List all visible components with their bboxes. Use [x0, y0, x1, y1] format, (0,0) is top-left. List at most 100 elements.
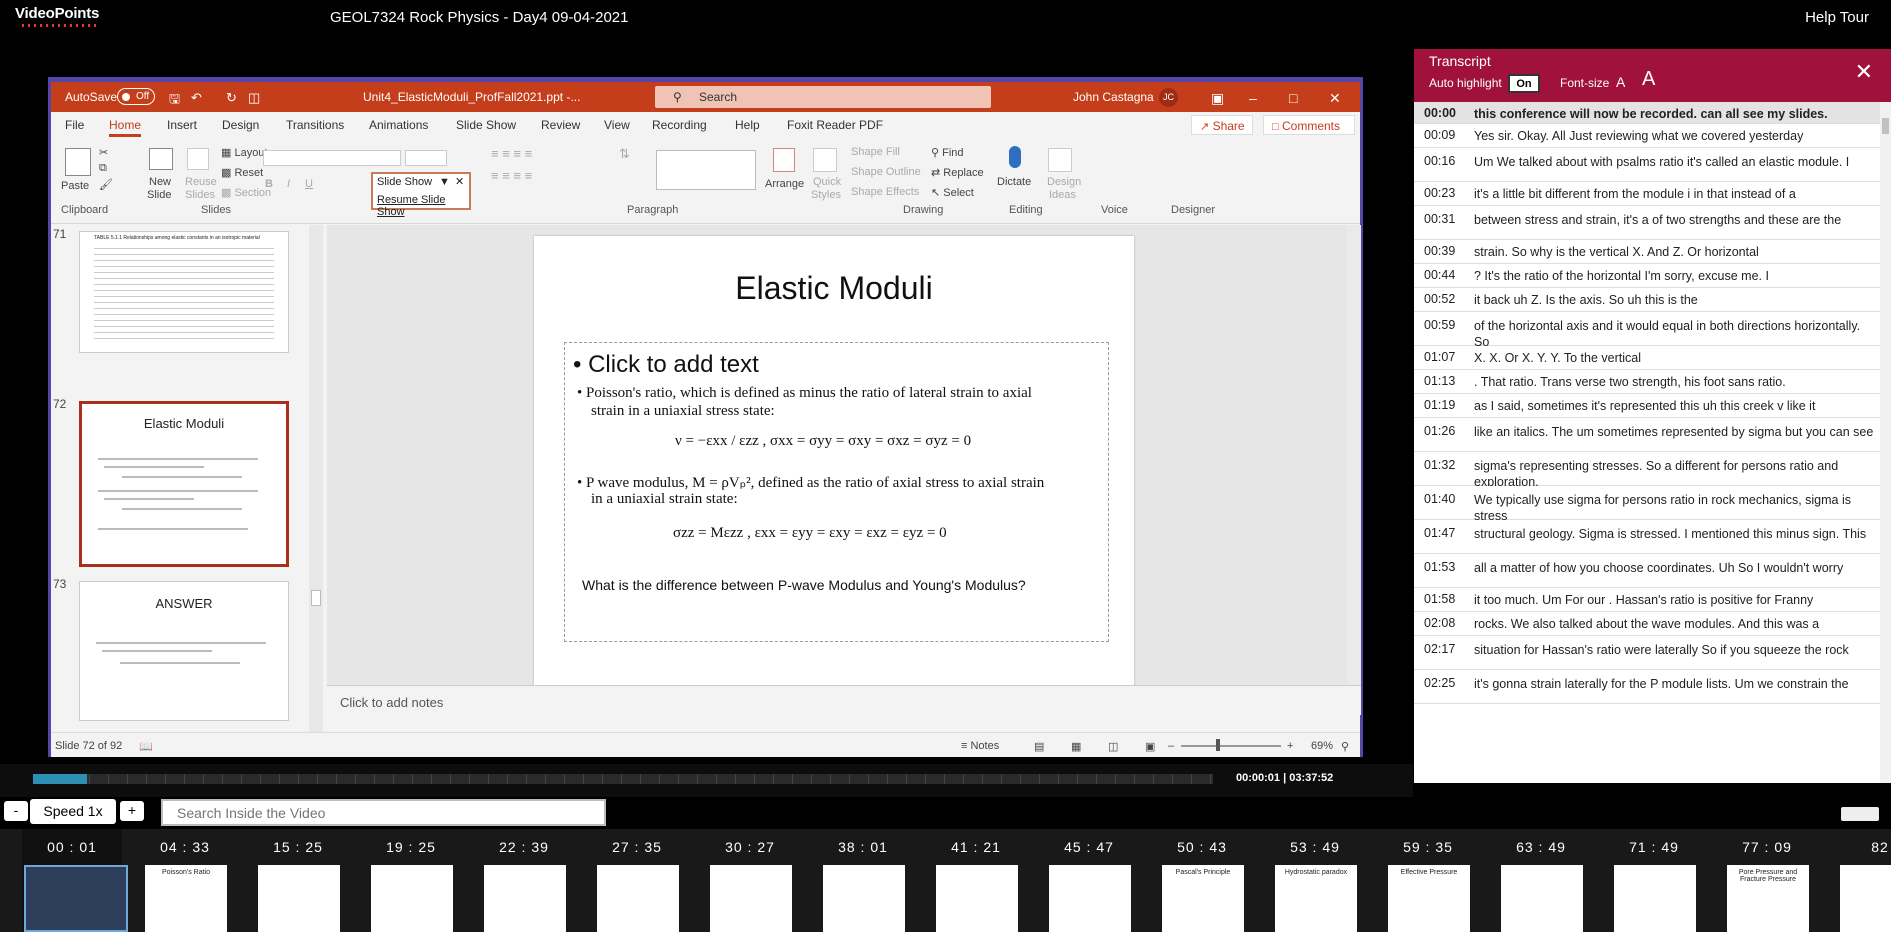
autosave-toggle[interactable]: Off	[117, 88, 155, 105]
reset-button[interactable]: ▩ Reset	[221, 166, 263, 179]
underline-icon[interactable]: U	[305, 178, 313, 190]
transcript-row[interactable]: 00:16 Um We talked about with psalms rati…	[1414, 148, 1880, 182]
arrange-label[interactable]: Arrange	[765, 178, 804, 190]
chapter-item[interactable]: 77 : 09 Pore Pressure and Fracture Pressu…	[1717, 829, 1817, 932]
slide-text-box[interactable]: • Click to add text • Poisson's ratio, w…	[564, 342, 1109, 642]
quick-styles-icon[interactable]	[813, 148, 837, 172]
chapter-thumbnail[interactable]: Hydrostatic paradox	[1275, 865, 1357, 932]
chapter-item[interactable]: 63 : 49	[1491, 829, 1591, 932]
format-painter-icon[interactable]: 🖌	[99, 178, 113, 191]
transcript-row[interactable]: 02:25 it's gonna strain laterally for the…	[1414, 670, 1880, 704]
layout-toggle-icon[interactable]	[1841, 807, 1879, 821]
transcript-time[interactable]: 01:13	[1424, 374, 1455, 388]
slideshow-view-icon[interactable]: ▣	[1145, 740, 1155, 753]
videopoints-logo[interactable]: VideoPoints	[15, 5, 99, 22]
transcript-time[interactable]: 01:19	[1424, 398, 1455, 412]
transcript-time[interactable]: 01:07	[1424, 350, 1455, 364]
transcript-time[interactable]: 00:09	[1424, 128, 1455, 142]
font-family-select[interactable]	[263, 150, 401, 166]
ppt-search-box[interactable]: ⚲ Search	[655, 86, 991, 108]
transcript-time[interactable]: 00:44	[1424, 268, 1455, 282]
transcript-row[interactable]: 01:47 structural geology. Sigma is stress…	[1414, 520, 1880, 554]
chapter-item[interactable]: 00 : 01	[22, 829, 128, 932]
replace-button[interactable]: ⇄ Replace	[931, 166, 984, 179]
chapter-thumbnail[interactable]	[710, 865, 792, 932]
tab-review[interactable]: Review	[541, 118, 580, 132]
tab-view[interactable]: View	[604, 118, 630, 132]
tab-home[interactable]: Home	[109, 118, 142, 137]
text-direction-icon[interactable]: ⇅	[619, 146, 630, 162]
transcript-row[interactable]: 00:59 of the horizontal axis and it would…	[1414, 312, 1880, 349]
transcript-row[interactable]: 01:53 all a matter of how you choose coor…	[1414, 554, 1880, 588]
transcript-row[interactable]: 01:19 as I said, sometimes it's represent…	[1414, 394, 1880, 418]
shape-effects-button[interactable]: Shape Effects	[851, 186, 919, 198]
progress-bar[interactable]	[33, 774, 1213, 784]
bold-icon[interactable]: B	[265, 178, 273, 190]
tab-design[interactable]: Design	[222, 118, 259, 132]
dictate-label[interactable]: Dictate	[997, 176, 1031, 188]
accessibility-icon[interactable]: 📖	[139, 740, 153, 753]
transcript-time[interactable]: 00:59	[1424, 318, 1455, 332]
italic-icon[interactable]: I	[287, 178, 290, 190]
transcript-time[interactable]: 02:17	[1424, 642, 1455, 656]
chapter-item[interactable]: 19 : 25	[361, 829, 461, 932]
paste-label[interactable]: Paste	[61, 180, 89, 192]
transcript-time[interactable]: 00:39	[1424, 244, 1455, 258]
dropdown-icon[interactable]: ▼	[439, 176, 450, 188]
notes-button[interactable]: ≡ Notes	[961, 740, 999, 752]
save-icon[interactable]: 🖫	[169, 90, 180, 112]
video-player[interactable]: AutoSave Off 🖫 ↶ ↻ ◫ Unit4_ElasticModuli…	[0, 47, 1413, 797]
close-menu-icon[interactable]: ✕	[455, 175, 464, 188]
transcript-time[interactable]: 01:47	[1424, 526, 1455, 540]
video-progress[interactable]: 00:00:01 | 03:37:52	[0, 764, 1413, 797]
zoom-slider-knob[interactable]	[1216, 739, 1220, 751]
design-ideas-label-2[interactable]: Ideas	[1049, 189, 1076, 201]
microphone-icon[interactable]	[1009, 146, 1021, 168]
transcript-time[interactable]: 02:25	[1424, 676, 1455, 690]
transcript-row[interactable]: 02:08 rocks. We also talked about the wav…	[1414, 612, 1880, 636]
chapter-thumbnail[interactable]	[597, 865, 679, 932]
chapter-thumbnail[interactable]	[1049, 865, 1131, 932]
share-button[interactable]: ↗ Share	[1191, 115, 1253, 135]
bullets-icon[interactable]: ≡ ≡ ≡ ≡	[491, 146, 532, 161]
tab-animations[interactable]: Animations	[369, 118, 428, 132]
chevron-right-icon[interactable]: ›	[1867, 873, 1885, 901]
shapes-gallery[interactable]	[656, 150, 756, 190]
transcript-time[interactable]: 00:52	[1424, 292, 1455, 306]
shape-outline-button[interactable]: Shape Outline	[851, 166, 921, 178]
transcript-time[interactable]: 01:26	[1424, 424, 1455, 438]
reading-view-icon[interactable]: ◫	[1108, 740, 1118, 753]
transcript-row[interactable]: 00:39 strain. So why is the vertical X. A…	[1414, 240, 1880, 264]
close-icon[interactable]: ✕	[1329, 90, 1341, 107]
tab-slide-show[interactable]: Slide Show	[456, 118, 516, 132]
slide-show-menu[interactable]: Slide Show ▼ ✕ Resume Slide Show	[371, 172, 471, 218]
speed-increase-button[interactable]: +	[120, 801, 144, 821]
canvas-scrollbar[interactable]	[1347, 225, 1361, 685]
click-to-add-text[interactable]: • Click to add text	[573, 351, 759, 379]
reuse-label-2[interactable]: Slides	[185, 189, 215, 201]
notes-placeholder[interactable]: Click to add notes	[340, 695, 443, 710]
tab-help[interactable]: Help	[735, 118, 760, 132]
zoom-out-icon[interactable]: –	[1168, 740, 1174, 752]
present-icon[interactable]: ◫	[248, 90, 260, 106]
new-slide-icon[interactable]	[149, 148, 173, 170]
redo-icon[interactable]: ↻	[226, 90, 237, 106]
chapter-thumbnail[interactable]: Poisson's Ratio	[145, 865, 227, 932]
copy-icon[interactable]: ⧉	[99, 162, 107, 175]
arrange-icon[interactable]	[773, 148, 795, 172]
chapter-item[interactable]: 50 : 43 Pascal's Principle	[1152, 829, 1252, 932]
tab-foxit-reader-pdf[interactable]: Foxit Reader PDF	[787, 118, 883, 132]
transcript-time[interactable]: 00:23	[1424, 186, 1455, 200]
transcript-row[interactable]: 00:09 Yes sir. Okay. All Just reviewing w…	[1414, 124, 1880, 148]
chapter-item[interactable]: 59 : 35 Effective Pressure	[1378, 829, 1478, 932]
transcript-row[interactable]: 02:17 situation for Hassan's ratio were l…	[1414, 636, 1880, 670]
transcript-row[interactable]: 00:52 it back uh Z. Is the axis. So uh th…	[1414, 288, 1880, 312]
select-button[interactable]: ↖ Select	[931, 186, 974, 199]
transcript-row[interactable]: 01:40 We typically use sigma for persons …	[1414, 486, 1880, 523]
font-decrease-icon[interactable]: A	[1616, 74, 1625, 90]
auto-highlight-toggle[interactable]: On	[1508, 74, 1540, 93]
transcript-row[interactable]: 00:23 it's a little bit different from th…	[1414, 182, 1880, 206]
transcript-row[interactable]: 00:31 between stress and strain, it's a o…	[1414, 206, 1880, 240]
chapter-item[interactable]: 30 : 27	[700, 829, 800, 932]
font-increase-icon[interactable]: A	[1642, 68, 1655, 91]
